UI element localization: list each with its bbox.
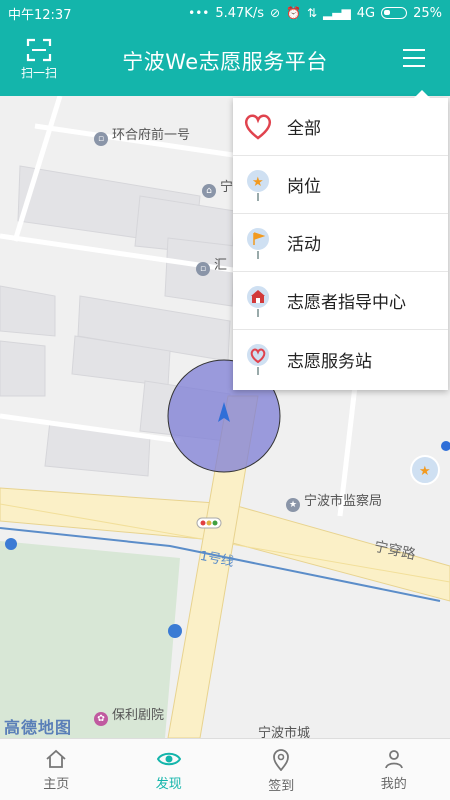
map-poi-label: ⌂ 宁 xyxy=(202,176,233,198)
poi-icon: ⌂ xyxy=(202,184,216,198)
location-icon xyxy=(273,749,290,771)
dropdown-item-activity[interactable]: 活动 xyxy=(233,214,448,272)
nav-item-checkin[interactable]: 签到 xyxy=(225,739,338,800)
filter-dropdown: 全部 ★ 岗位 活动 志愿者指导中心 志愿服务站 xyxy=(233,90,448,390)
dropdown-item-label: 全部 xyxy=(287,119,321,139)
dropdown-item-label: 志愿服务站 xyxy=(287,351,372,372)
net-speed: 5.47K/s xyxy=(215,5,264,21)
nav-item-mine[interactable]: 我的 xyxy=(338,739,450,800)
poi-icon: ▫ xyxy=(196,262,210,276)
nav-item-discover[interactable]: 发现 xyxy=(113,739,226,800)
nav-label: 我的 xyxy=(380,777,407,792)
svg-text:★: ★ xyxy=(419,464,431,479)
status-bar: 中午12:37 ••• 5.47K/s ⊘ ⏰ ⇅ ▂▄▆ 4G 25% xyxy=(0,0,450,26)
status-right: ••• 5.47K/s ⊘ ⏰ ⇅ ▂▄▆ 4G 25% xyxy=(188,6,442,21)
heart-pin-icon xyxy=(241,342,275,376)
vibrate-icon: ⇅ xyxy=(306,6,318,20)
flag-pin-icon xyxy=(241,225,275,260)
svg-text:★: ★ xyxy=(252,175,264,190)
app-header: 扫一扫 宁波We志愿服务平台 xyxy=(0,26,450,96)
star-pin-icon: ★ xyxy=(241,167,275,202)
dropdown-item-all[interactable]: 全部 xyxy=(233,98,448,156)
home-icon xyxy=(46,749,66,768)
status-time: 中午12:37 xyxy=(8,7,72,23)
alarm-icon: ⏰ xyxy=(286,6,301,20)
user-icon xyxy=(384,750,403,769)
building-pin-icon xyxy=(241,283,275,318)
dropdown-item-post[interactable]: ★ 岗位 xyxy=(233,156,448,214)
battery-icon xyxy=(381,7,408,19)
map-poi-label: 宁波市城 xyxy=(258,726,311,738)
dropdown-item-label: 岗位 xyxy=(287,177,321,197)
map-poi-label: ▫ 环合府前一号 xyxy=(94,124,190,146)
map-poi-label: ✿ 保利剧院 xyxy=(94,704,164,726)
menu-icon[interactable] xyxy=(402,48,426,68)
nav-label: 发现 xyxy=(155,777,182,792)
nav-label: 签到 xyxy=(268,779,295,794)
map-poi-label: ★ 宁波市监察局 xyxy=(286,490,382,512)
bottom-nav: 主页 发现 签到 我的 xyxy=(0,738,450,800)
nav-label: 主页 xyxy=(43,777,70,792)
map-provider-logo: 高德地图 xyxy=(4,718,73,737)
battery-level: 25% xyxy=(413,5,442,21)
heart-outline-icon xyxy=(241,110,275,144)
page-title: 宁波We志愿服务平台 xyxy=(122,50,328,74)
more-dots-icon: ••• xyxy=(188,6,210,20)
poi-icon: ▫ xyxy=(94,132,108,146)
dropdown-item-service-station[interactable]: 志愿服务站 xyxy=(233,330,448,388)
signal-icon: ▂▄▆ xyxy=(323,6,351,20)
dropdown-item-label: 志愿者指导中心 xyxy=(287,293,406,313)
poi-icon: ✿ xyxy=(94,712,108,726)
nav-item-home[interactable]: 主页 xyxy=(0,739,113,800)
dropdown-item-label: 活动 xyxy=(287,235,321,255)
eye-icon xyxy=(156,752,181,766)
network-type: 4G xyxy=(356,5,376,21)
mute-icon: ⊘ xyxy=(269,6,281,20)
map-poi-label: ▫ 汇 xyxy=(196,254,227,276)
poi-icon: ★ xyxy=(286,498,300,512)
dropdown-item-guidance-center[interactable]: 志愿者指导中心 xyxy=(233,272,448,330)
